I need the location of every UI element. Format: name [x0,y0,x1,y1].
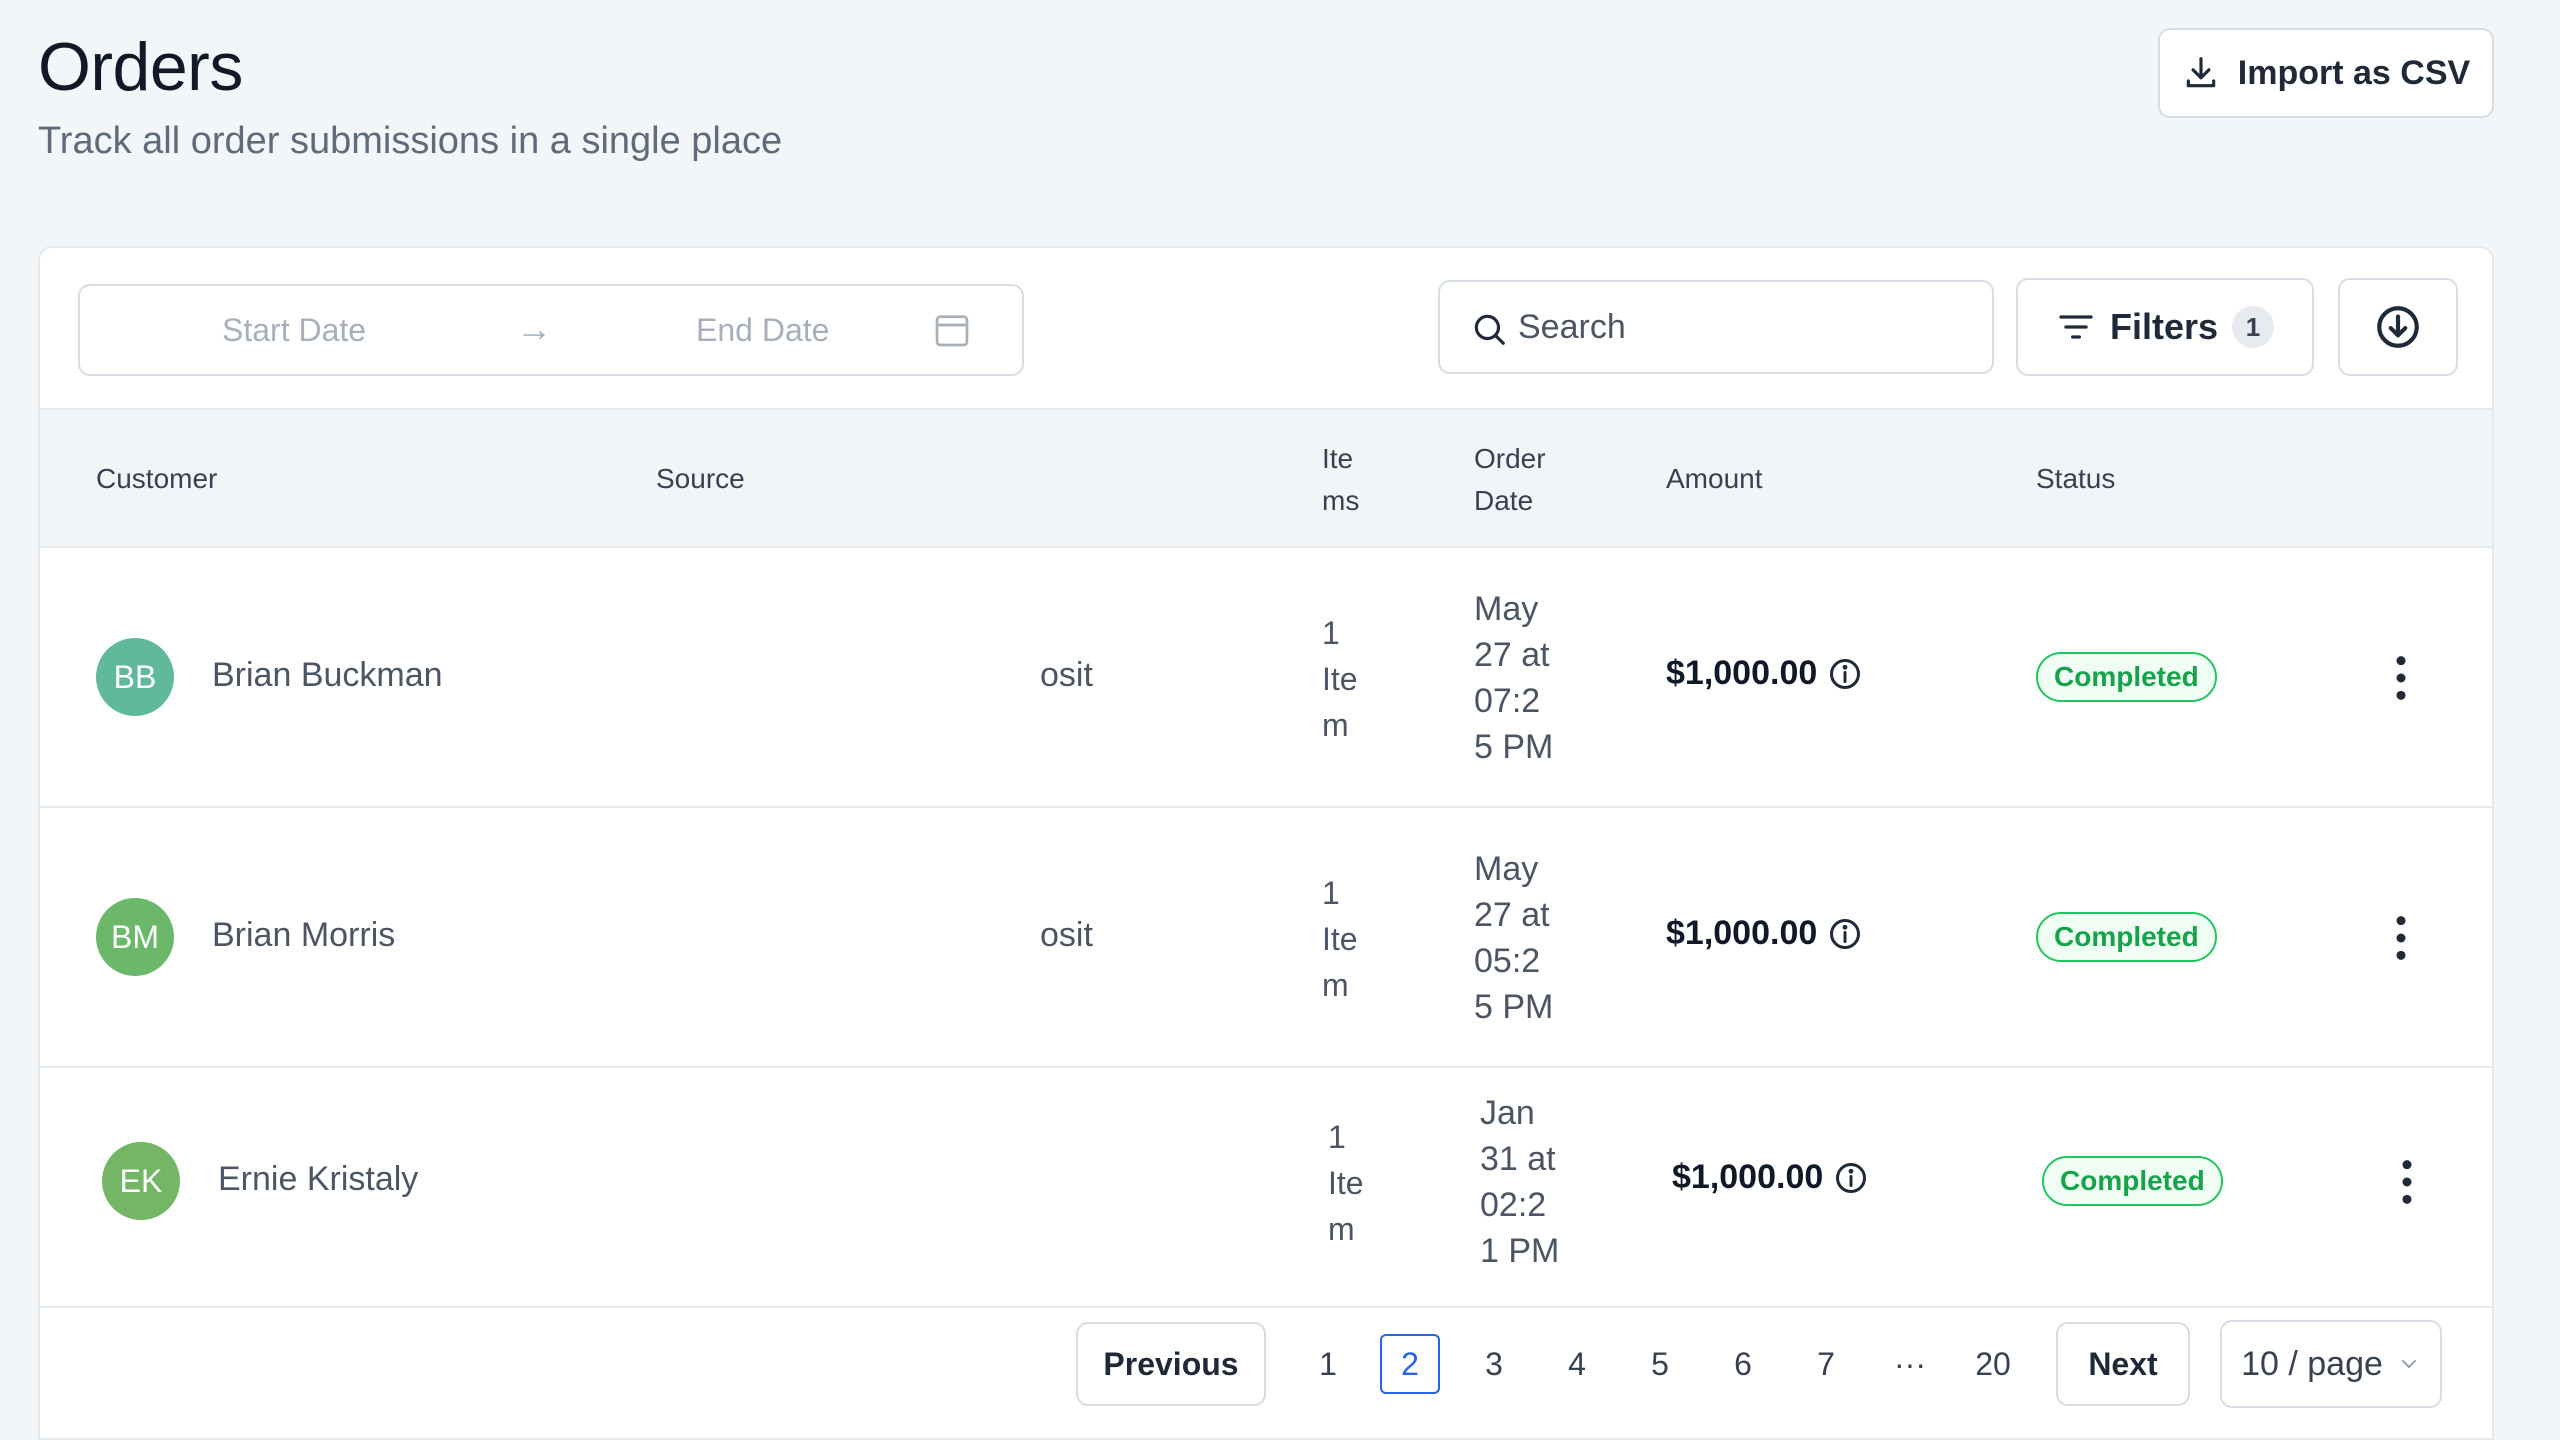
import-csv-label: Import as CSV [2237,53,2471,92]
column-header-items-line2: ms [1322,485,1360,516]
column-header-items[interactable]: Ite ms [1322,438,1359,522]
date-line: 31 at [1480,1140,1556,1178]
date-line: 27 at [1474,636,1550,674]
order-source: osit [1040,916,1093,954]
download-circle-icon [2377,306,2419,348]
table-header: Customer Source Ite ms Order Date Amount… [40,408,2492,548]
order-amount: $1,000.00 [1666,654,1863,693]
table-row[interactable]: BM Brian Morris osit 1 Ite m May 27 at 0… [40,808,2492,1068]
customer-name: Brian Buckman [212,656,443,694]
date-line: Jan [1480,1094,1535,1132]
calendar-icon [935,315,969,347]
status-badge: Completed [2036,652,2217,702]
info-icon[interactable] [1827,656,1863,692]
date-line: 5 PM [1474,728,1554,766]
info-icon[interactable] [1827,916,1863,952]
filter-lines-icon [2059,315,2093,339]
chevron-down-icon [2401,1360,2416,1368]
more-vertical-icon[interactable] [2386,652,2416,704]
search-input[interactable] [1516,300,1956,354]
avatar: EK [102,1142,180,1220]
more-vertical-icon[interactable] [2386,912,2416,964]
filters-button[interactable]: Filters 1 [2016,278,2314,376]
items-line: m [1328,1211,1355,1247]
pagination: Previous 1 2 3 4 5 6 7 ··· 20 Next 10 / … [40,1308,2492,1438]
order-source: osit [1040,656,1093,694]
date-line: 27 at [1474,896,1550,934]
date-line: 5 PM [1474,988,1554,1026]
order-date: May 27 at 07:2 5 PM [1474,586,1564,770]
date-line: May [1474,590,1539,628]
filters-label: Filters [2109,306,2219,347]
page-size-value: 10 / page [2241,1344,2383,1383]
avatar: BB [96,638,174,716]
date-line: 05:2 [1474,942,1541,980]
date-line: 1 PM [1480,1232,1560,1270]
avatar: BM [96,898,174,976]
search-icon [1474,314,1505,345]
end-date-placeholder[interactable]: End Date [696,312,829,349]
download-tray-icon [2186,57,2216,88]
status-badge: Completed [2042,1156,2223,1206]
page-title: Orders [38,29,243,105]
page-number[interactable]: 5 [1630,1334,1690,1394]
page-number[interactable]: 6 [1713,1334,1773,1394]
table-row[interactable]: BB Brian Buckman osit 1 Ite m May 27 at … [40,548,2492,808]
items-line: Ite [1328,1165,1364,1201]
column-header-status[interactable]: Status [2036,458,2115,500]
column-header-order-date-line1: Order [1474,443,1546,474]
items-line: Ite [1322,661,1358,697]
column-header-source[interactable]: Source [656,458,745,500]
page-number[interactable]: 1 [1298,1334,1358,1394]
page-subtitle: Track all order submissions in a single … [38,120,783,162]
filters-count-badge: 1 [2232,306,2275,348]
page-number[interactable]: 20 [1963,1334,2023,1394]
status-badge: Completed [2036,912,2217,962]
items-line: 1 [1322,615,1340,651]
amount-value: $1,000.00 [1672,1158,1824,1196]
more-vertical-icon[interactable] [2392,1156,2422,1208]
download-button[interactable] [2338,278,2458,376]
date-line: 02:2 [1480,1186,1547,1224]
order-amount: $1,000.00 [1672,1158,1869,1197]
column-header-amount[interactable]: Amount [1666,458,1763,500]
order-items: 1 Ite m [1328,1114,1388,1252]
orders-card: Start Date → End Date Filters 1 Customer… [38,246,2494,1440]
table-row[interactable]: EK Ernie Kristaly 1 Ite m Jan 31 at 02:2… [40,1068,2492,1308]
order-date: May 27 at 05:2 5 PM [1474,846,1564,1030]
column-header-customer[interactable]: Customer [96,458,217,500]
items-line: m [1322,967,1349,1003]
items-line: 1 [1328,1119,1346,1155]
amount-value: $1,000.00 [1666,654,1818,692]
items-line: Ite [1322,921,1358,957]
order-amount: $1,000.00 [1666,914,1863,953]
column-header-items-line1: Ite [1322,443,1354,474]
import-csv-button[interactable]: Import as CSV [2158,28,2494,118]
order-items: 1 Ite m [1322,610,1382,748]
page-ellipsis[interactable]: ··· [1880,1334,1940,1394]
column-header-order-date[interactable]: Order Date [1474,438,1546,522]
order-date: Jan 31 at 02:2 1 PM [1480,1090,1570,1274]
previous-page-button[interactable]: Previous [1076,1322,1266,1406]
page-size-select[interactable]: 10 / page [2220,1320,2442,1408]
column-header-order-date-line2: Date [1474,485,1534,516]
date-range-picker[interactable]: Start Date → End Date [78,284,1024,376]
date-line: May [1474,850,1539,888]
items-line: m [1322,707,1349,743]
page-number[interactable]: 3 [1464,1334,1524,1394]
arrow-right-icon: → [516,308,552,349]
info-icon[interactable] [1833,1160,1869,1196]
amount-value: $1,000.00 [1666,914,1818,952]
page-number[interactable]: 4 [1547,1334,1607,1394]
customer-name: Brian Morris [212,916,396,954]
start-date-placeholder[interactable]: Start Date [222,312,366,349]
date-line: 07:2 [1474,682,1541,720]
items-line: 1 [1322,875,1340,911]
search-box[interactable] [1438,280,1994,374]
order-items: 1 Ite m [1322,870,1382,1008]
page-number-active[interactable]: 2 [1380,1334,1440,1394]
next-page-button[interactable]: Next [2056,1322,2190,1406]
page-number[interactable]: 7 [1796,1334,1856,1394]
customer-name: Ernie Kristaly [218,1160,419,1198]
